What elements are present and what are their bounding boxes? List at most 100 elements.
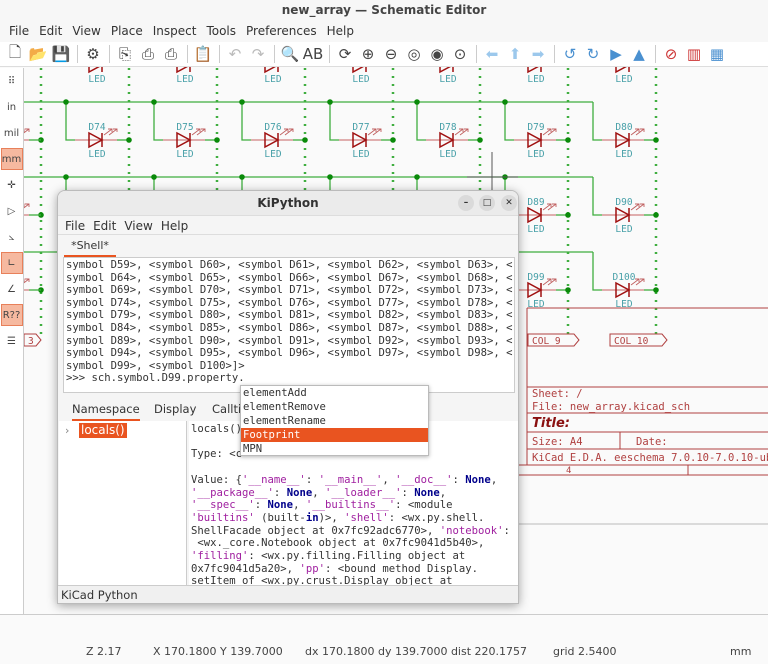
grid-icon[interactable]: ⠿ bbox=[1, 70, 23, 92]
menu-inspect[interactable]: Inspect bbox=[148, 21, 202, 42]
diode-symbol[interactable] bbox=[615, 131, 631, 149]
zoom-out-icon[interactable]: ⊖ bbox=[380, 43, 402, 65]
save-icon[interactable]: 💾 bbox=[50, 43, 72, 65]
global-label[interactable] bbox=[527, 333, 580, 347]
page-settings-icon[interactable]: ⎘ bbox=[114, 43, 136, 65]
minimize-button[interactable]: – bbox=[458, 195, 474, 211]
refresh-icon[interactable]: ⟳ bbox=[334, 43, 356, 65]
expand-arrow-icon[interactable]: › bbox=[65, 424, 69, 437]
menu-edit[interactable]: Edit bbox=[89, 219, 120, 233]
find-icon[interactable]: 🔍 bbox=[279, 43, 301, 65]
menu-view[interactable]: View bbox=[120, 219, 156, 233]
global-label[interactable] bbox=[609, 333, 668, 347]
menu-preferences[interactable]: Preferences bbox=[241, 21, 322, 42]
autocomplete-item[interactable]: elementAdd bbox=[241, 386, 428, 400]
undo-icon[interactable]: ↶ bbox=[224, 43, 246, 65]
menu-help[interactable]: Help bbox=[157, 219, 192, 233]
global-label-text: 3 bbox=[28, 336, 34, 347]
schematic-setup-icon[interactable]: ⚙ bbox=[82, 43, 104, 65]
ref-designator: D78 bbox=[439, 122, 456, 133]
line-mode-free-icon[interactable]: ⦣ bbox=[1, 226, 23, 248]
navigate-back-icon[interactable]: ⬅ bbox=[481, 43, 503, 65]
tree-node-locals[interactable]: locals() bbox=[79, 423, 127, 438]
diode-symbol[interactable] bbox=[615, 206, 631, 224]
value-label: LED bbox=[176, 74, 193, 85]
redo-icon[interactable]: ↷ bbox=[247, 43, 269, 65]
junction bbox=[390, 137, 396, 143]
rotate-ccw-icon[interactable]: ↺ bbox=[559, 43, 581, 65]
units-in-icon[interactable]: in bbox=[1, 96, 23, 118]
junction bbox=[565, 287, 571, 293]
plot-icon[interactable]: ⎙ bbox=[160, 43, 182, 65]
menu-file[interactable]: File bbox=[4, 21, 34, 42]
symbol-browser-icon[interactable]: ▥ bbox=[683, 43, 705, 65]
autocomplete-item[interactable]: elementRemove bbox=[241, 400, 428, 414]
value-label: LED bbox=[176, 149, 193, 160]
zoom-selection-icon[interactable]: ⊙ bbox=[449, 43, 471, 65]
menu-place[interactable]: Place bbox=[106, 21, 148, 42]
diode-symbol[interactable] bbox=[176, 131, 192, 149]
autocomplete-item[interactable]: elementRename bbox=[241, 414, 428, 428]
junction bbox=[653, 287, 659, 293]
zoom-in-icon[interactable]: ⊕ bbox=[357, 43, 379, 65]
units-mil-icon[interactable]: mil bbox=[1, 122, 23, 144]
menu-help[interactable]: Help bbox=[322, 21, 359, 42]
zoom-fit-icon[interactable]: ◎ bbox=[403, 43, 425, 65]
diode-symbol[interactable] bbox=[615, 281, 631, 299]
autocomplete-item[interactable]: MPN bbox=[241, 442, 428, 456]
maximize-button[interactable]: □ bbox=[479, 195, 495, 211]
line-mode-90-icon[interactable]: ∟ bbox=[0, 252, 23, 274]
new-icon[interactable]: 🗋 bbox=[4, 43, 26, 65]
navigate-forward-icon[interactable]: ➡ bbox=[527, 43, 549, 65]
toolbar-separator bbox=[109, 45, 110, 63]
tab-shell[interactable]: *Shell* bbox=[64, 235, 116, 257]
navigate-up-icon[interactable]: ⬆ bbox=[504, 43, 526, 65]
units-readout: mm bbox=[730, 645, 752, 658]
units-mm-icon[interactable]: mm bbox=[0, 148, 23, 170]
menu-tools[interactable]: Tools bbox=[201, 21, 241, 42]
symbol-editor-icon[interactable]: ⊘ bbox=[660, 43, 682, 65]
annotate-icon[interactable]: ▦ bbox=[706, 43, 728, 65]
close-button[interactable]: ✕ bbox=[501, 195, 517, 211]
global-label[interactable] bbox=[23, 333, 42, 347]
detail-value-line: 0x7fc9041d5a20>, 'pp': <bound method Dis… bbox=[191, 562, 479, 575]
diode-symbol[interactable] bbox=[88, 131, 104, 149]
annotation-icon[interactable]: R?? bbox=[0, 304, 23, 326]
tab-display[interactable]: Display bbox=[154, 397, 196, 421]
mirror-h-icon[interactable]: ▲ bbox=[628, 43, 650, 65]
hidden-pins-icon[interactable]: ▷ bbox=[1, 200, 23, 222]
print-icon[interactable]: ⎙ bbox=[137, 43, 159, 65]
diode-symbol[interactable] bbox=[264, 131, 280, 149]
cursor-icon[interactable]: ✛ bbox=[1, 174, 23, 196]
find-replace-icon[interactable]: AB bbox=[302, 43, 324, 65]
rotate-cw-icon[interactable]: ↻ bbox=[582, 43, 604, 65]
junction bbox=[502, 99, 508, 105]
diode-symbol[interactable] bbox=[352, 131, 368, 149]
wire bbox=[592, 177, 602, 216]
dialog-titlebar[interactable]: KiPython – □ ✕ bbox=[58, 191, 518, 215]
tab-namespace[interactable]: Namespace bbox=[72, 397, 140, 421]
menu-edit[interactable]: Edit bbox=[34, 21, 67, 42]
paste-icon[interactable]: 📋 bbox=[192, 43, 214, 65]
autocomplete-item[interactable]: Footprint bbox=[241, 428, 428, 442]
wire bbox=[329, 102, 339, 141]
toolbar-separator bbox=[554, 45, 555, 63]
hierarchy-navigator-icon[interactable]: ☰ bbox=[1, 330, 23, 352]
sheet-size: Size: A4 bbox=[532, 436, 583, 448]
wire bbox=[153, 102, 163, 141]
open-folder-icon[interactable]: 📂 bbox=[27, 43, 49, 65]
diode-symbol[interactable] bbox=[439, 131, 455, 149]
shell-line: >>> sch.symbol.D99.property. bbox=[66, 372, 245, 385]
shell-output[interactable]: symbol D59>, <symbol D60>, <symbol D61>,… bbox=[63, 257, 515, 393]
value-label: LED bbox=[264, 74, 281, 85]
diode-symbol[interactable] bbox=[527, 131, 543, 149]
zoom-objects-icon[interactable]: ◉ bbox=[426, 43, 448, 65]
diode-symbol[interactable] bbox=[527, 206, 543, 224]
mirror-v-icon[interactable]: ▶ bbox=[605, 43, 627, 65]
value-label: LED bbox=[615, 149, 632, 160]
line-mode-45-icon[interactable]: ∠ bbox=[1, 278, 23, 300]
menu-view[interactable]: View bbox=[67, 21, 105, 42]
menu-file[interactable]: File bbox=[61, 219, 89, 233]
toolbar-separator bbox=[274, 45, 275, 63]
diode-symbol[interactable] bbox=[527, 281, 543, 299]
